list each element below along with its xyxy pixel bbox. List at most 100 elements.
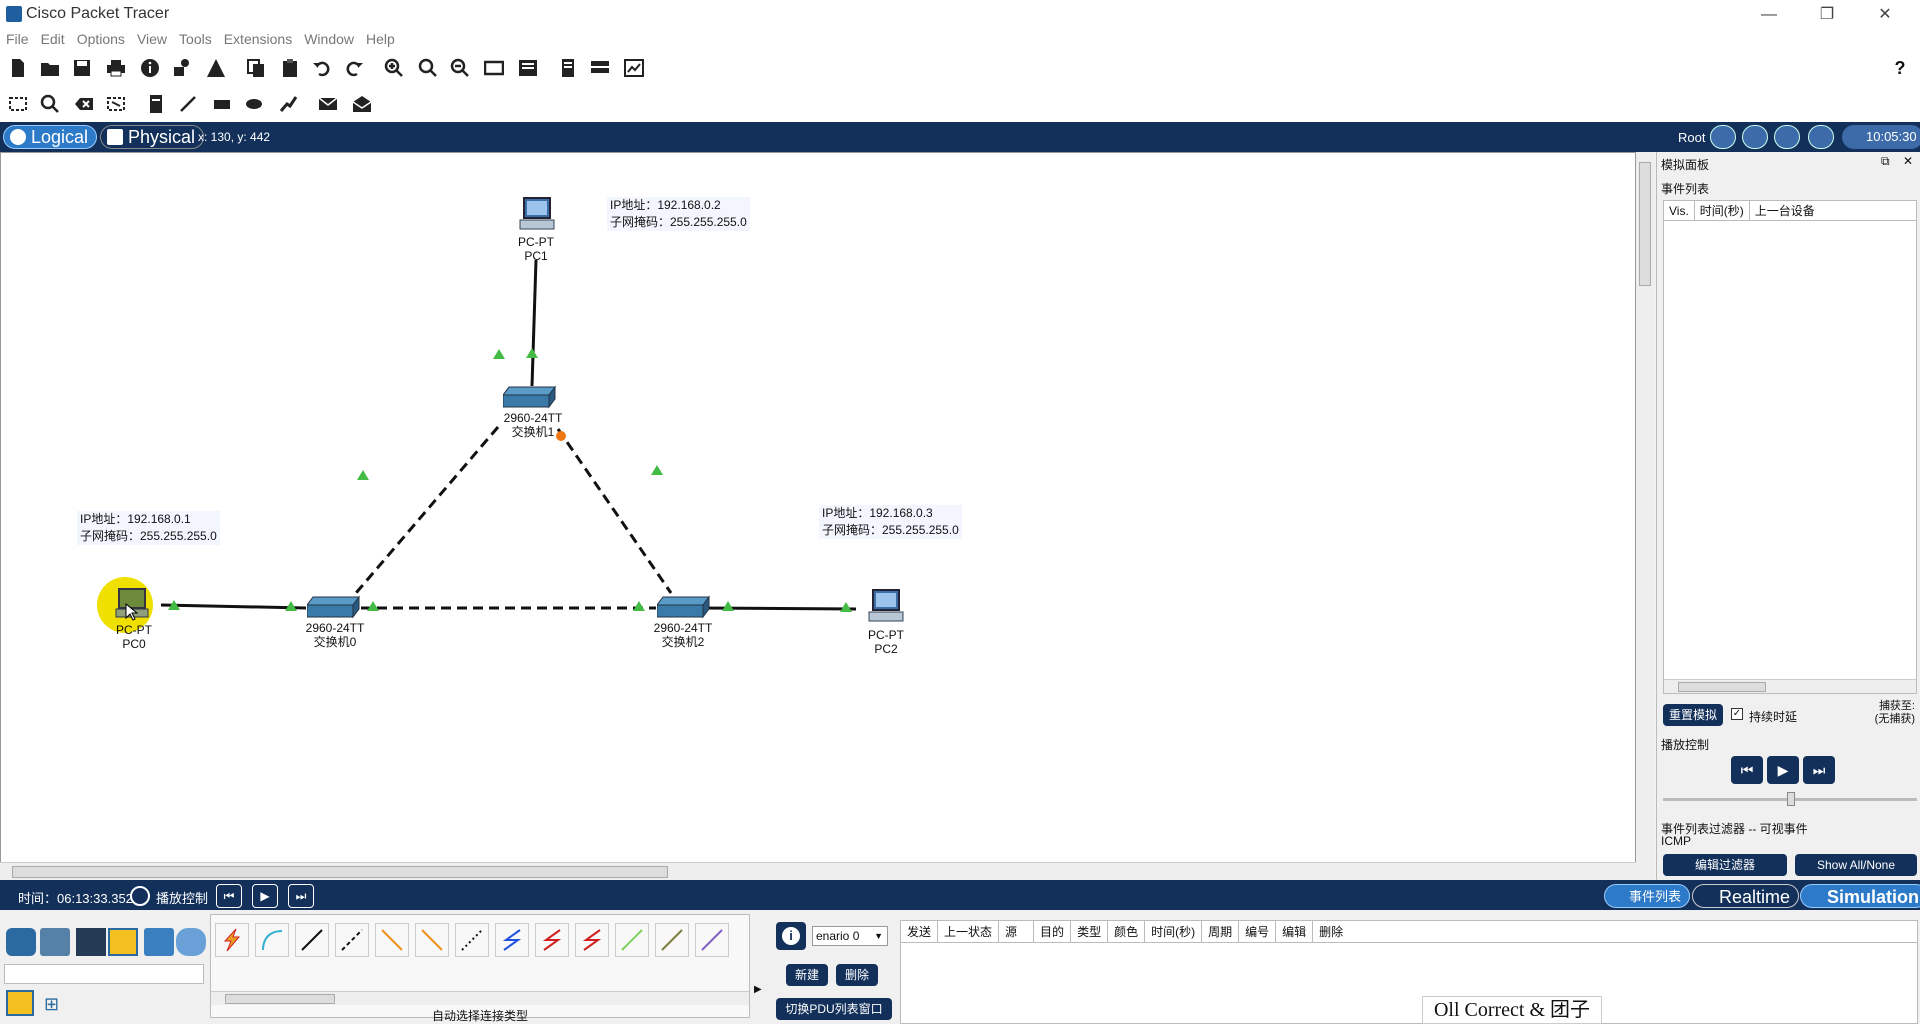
auto-connection-icon[interactable] (215, 923, 249, 957)
connection-scroll-thumb[interactable] (225, 994, 335, 1004)
pc2-icon[interactable] (867, 589, 905, 623)
crossover-icon[interactable] (335, 923, 369, 957)
pc1-icon[interactable] (518, 197, 556, 231)
realtime-mode-button[interactable]: Realtime (1692, 884, 1800, 908)
inspect-icon[interactable] (38, 93, 62, 115)
coaxial-icon[interactable] (455, 923, 489, 957)
new-scenario-button[interactable]: 新建 (786, 964, 828, 986)
paste-icon[interactable] (278, 57, 302, 79)
link-sw1-sw0[interactable] (354, 426, 500, 594)
play-button[interactable]: ▶ (1767, 756, 1799, 784)
fiber-alt-icon[interactable] (695, 923, 729, 957)
add-complex-pdu-icon[interactable] (350, 93, 374, 115)
vertical-scroll-thumb[interactable] (1639, 162, 1651, 286)
freeform-icon[interactable] (276, 93, 300, 115)
help-icon[interactable]: ? (1888, 57, 1912, 79)
status-step-forward-button[interactable]: ⏭ (288, 884, 314, 908)
straight-through-icon[interactable] (295, 923, 329, 957)
collapse-arrow-icon[interactable]: ▶ (754, 984, 762, 995)
connections-subcategory[interactable] (6, 990, 34, 1016)
pdu-col-source[interactable]: 源 (999, 921, 1035, 942)
pdu-col-periodic[interactable]: 周期 (1202, 921, 1240, 942)
horizontal-scroll-thumb[interactable] (12, 866, 668, 878)
close-panel-icon[interactable]: ✕ (1903, 154, 1913, 168)
col-time[interactable]: 时间(秒) (1695, 201, 1750, 220)
restore-button[interactable]: ❐ (1804, 0, 1850, 30)
menu-file[interactable]: File (0, 30, 35, 48)
pdu-col-type[interactable]: 类型 (1071, 921, 1109, 942)
usb-cable-icon[interactable] (655, 923, 689, 957)
pdu-col-delete[interactable]: 删除 (1313, 921, 1349, 942)
link-pc1-sw1[interactable] (530, 259, 538, 387)
menu-edit[interactable]: Edit (35, 30, 71, 48)
menu-extensions[interactable]: Extensions (218, 30, 298, 48)
pc0-ip-note[interactable]: IP地址：192.168.0.1 子网掩码：255.255.255.0 (77, 511, 220, 545)
cluster-icon[interactable] (1742, 125, 1768, 149)
ipc-icon[interactable] (622, 57, 646, 79)
step-forward-button[interactable]: ⏭ (1803, 756, 1835, 784)
switch0-icon[interactable] (306, 595, 361, 619)
info-icon[interactable] (138, 57, 162, 79)
event-list-scroll-thumb[interactable] (1678, 682, 1766, 692)
zoom-in-icon[interactable] (382, 57, 406, 79)
power-cycle-icon[interactable] (130, 886, 150, 906)
misc-category[interactable] (144, 928, 174, 956)
pdu-col-time[interactable]: 时间(秒) (1145, 921, 1203, 942)
undock-icon[interactable]: ⧉ (1881, 154, 1890, 169)
select-icon[interactable] (6, 93, 30, 115)
network-devices-category[interactable] (6, 928, 36, 956)
connections-category[interactable] (108, 928, 138, 956)
switch1-icon[interactable] (502, 385, 557, 409)
event-list-table[interactable]: Vis. 时间(秒) 上一台设备 (1663, 200, 1917, 694)
network-info-icon[interactable] (204, 57, 228, 79)
set-background-icon[interactable] (1808, 125, 1834, 149)
menu-view[interactable]: View (131, 30, 173, 48)
serial-dte-icon[interactable] (535, 923, 569, 957)
pdu-col-edit[interactable]: 编辑 (1276, 921, 1314, 942)
console-cable-icon[interactable] (255, 923, 289, 957)
status-step-back-button[interactable]: ⏮ (216, 884, 242, 908)
notes-icon[interactable] (556, 57, 580, 79)
device-template-icon[interactable] (588, 57, 612, 79)
event-list-toggle-button[interactable]: 事件列表 (1604, 884, 1691, 908)
switch2-icon[interactable] (656, 595, 711, 619)
open-folder-icon[interactable] (38, 57, 62, 79)
end-devices-category[interactable] (40, 928, 70, 956)
col-last-device[interactable]: 上一台设备 (1750, 201, 1820, 220)
menu-tools[interactable]: Tools (173, 30, 218, 48)
wizard-icon[interactable] (170, 57, 194, 79)
pdu-col-destination[interactable]: 目的 (1034, 921, 1072, 942)
menu-help[interactable]: Help (360, 30, 401, 48)
scenario-info-icon[interactable]: i (776, 922, 806, 950)
physical-tab[interactable]: Physical (100, 125, 205, 149)
print-icon[interactable] (104, 57, 128, 79)
redo-icon[interactable] (342, 57, 366, 79)
edit-filter-button[interactable]: 编辑过滤器 (1663, 854, 1787, 876)
pdu-col-last-status[interactable]: 上一状态 (938, 921, 1000, 942)
menu-window[interactable]: Window (298, 30, 360, 48)
menu-options[interactable]: Options (71, 30, 131, 48)
back-icon[interactable] (1710, 125, 1736, 149)
octal-cable-icon[interactable] (575, 923, 609, 957)
logical-tab[interactable]: Logical (3, 125, 98, 149)
place-note-icon[interactable] (144, 93, 168, 115)
step-back-button[interactable]: ⏮ (1731, 756, 1763, 784)
workspace-vertical-scrollbar[interactable] (1636, 152, 1654, 880)
components-category[interactable] (76, 928, 106, 956)
zoom-reset-icon[interactable] (416, 57, 440, 79)
event-list-scrollbar[interactable] (1664, 679, 1916, 693)
draw-rectangle-icon[interactable] (210, 93, 234, 115)
save-icon[interactable] (70, 57, 94, 79)
connection-types-scrollbar[interactable] (211, 991, 749, 1005)
pc1-ip-note[interactable]: IP地址：192.168.0.2 子网掩码：255.255.255.0 (607, 197, 750, 231)
col-vis[interactable]: Vis. (1664, 201, 1695, 220)
undo-icon[interactable] (310, 57, 334, 79)
status-play-button[interactable]: ▶ (252, 884, 278, 908)
reset-simulation-button[interactable]: 重置模拟 (1663, 704, 1723, 726)
simulation-mode-button[interactable]: Simulation (1800, 884, 1920, 908)
pdu-col-fire[interactable]: 发送 (901, 921, 939, 942)
link-sw1-sw2[interactable] (556, 428, 673, 594)
zoom-out-icon[interactable] (448, 57, 472, 79)
fiber-icon[interactable] (375, 923, 409, 957)
workspace-horizontal-scrollbar[interactable] (0, 862, 1636, 880)
